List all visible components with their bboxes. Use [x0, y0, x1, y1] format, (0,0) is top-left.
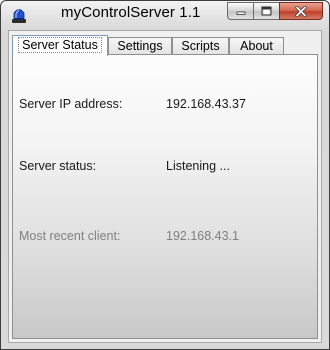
server-status-label: Server status: — [19, 159, 97, 173]
tab-about[interactable]: About — [229, 37, 284, 54]
minimize-icon — [236, 11, 245, 15]
tab-scripts[interactable]: Scripts — [172, 37, 229, 54]
server-status-value: Listening ... — [166, 159, 230, 173]
title-bar[interactable]: myControlServer 1.1 — [1, 1, 329, 29]
client-area: Server Status Settings Scripts About Ser… — [8, 30, 322, 343]
server-ip-value: 192.168.43.37 — [166, 97, 246, 111]
tab-label: Scripts — [181, 39, 220, 53]
recent-client-label: Most recent client: — [19, 229, 121, 243]
maximize-button[interactable] — [253, 2, 279, 20]
server-status-panel: Server IP address: 192.168.43.37 Server … — [12, 54, 318, 339]
tab-label: Server Status — [18, 37, 102, 53]
server-ip-label: Server IP address: — [19, 97, 123, 111]
tab-server-status[interactable]: Server Status — [12, 35, 108, 56]
close-button[interactable] — [279, 2, 323, 20]
tab-settings[interactable]: Settings — [108, 37, 172, 54]
alarm-light-icon[interactable] — [11, 6, 27, 24]
maximize-icon — [261, 6, 272, 16]
minimize-button[interactable] — [227, 2, 253, 20]
caption-buttons — [227, 2, 323, 21]
tab-label: Settings — [117, 39, 163, 53]
close-icon — [295, 5, 307, 17]
window-title: myControlServer 1.1 — [61, 4, 201, 21]
tab-label: About — [240, 39, 273, 53]
recent-client-value: 192.168.43.1 — [166, 229, 239, 243]
app-window: myControlServer 1.1 Server Status Settin… — [0, 0, 330, 350]
